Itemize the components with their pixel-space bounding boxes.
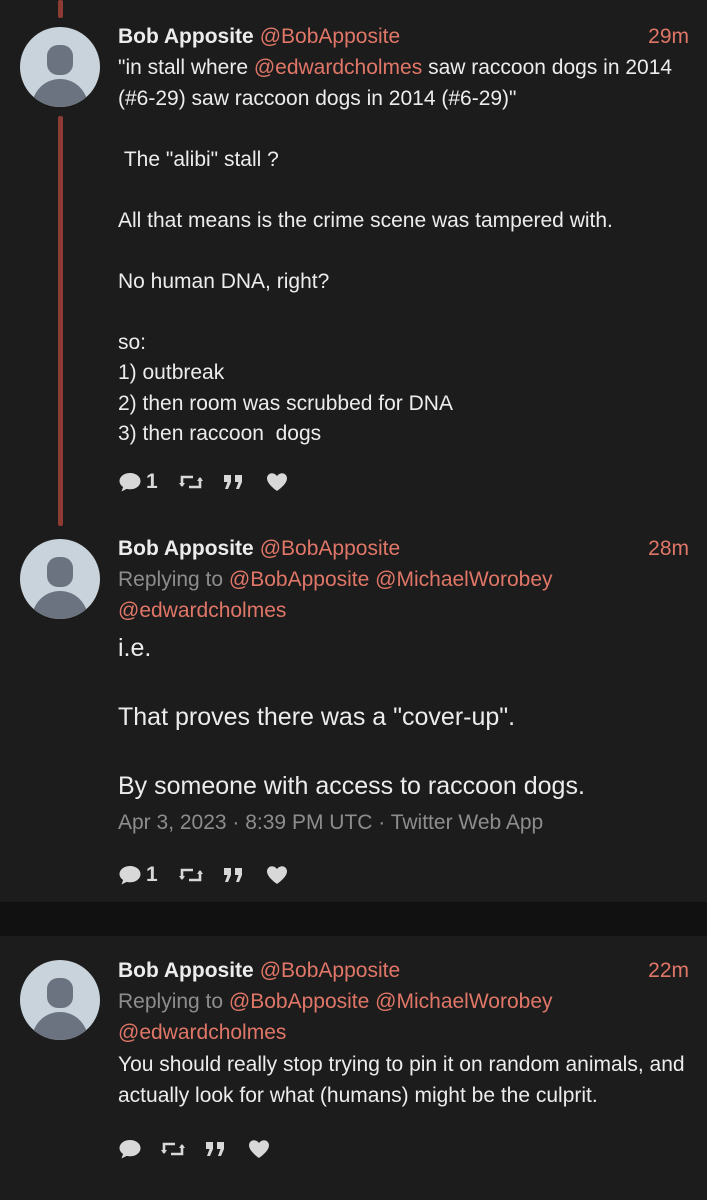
- avatar[interactable]: [20, 27, 100, 107]
- quote-icon: [224, 867, 242, 882]
- heart-icon: [267, 472, 287, 491]
- tweet-timestamp[interactable]: 22m: [648, 956, 689, 986]
- tweet-actions: [118, 1134, 689, 1164]
- quote-icon: [224, 474, 242, 489]
- tweet-timestamp[interactable]: 28m: [648, 534, 689, 564]
- mention-link[interactable]: @MichaelWorobey: [375, 568, 552, 591]
- quote-icon: [206, 1142, 224, 1156]
- retweet-icon: [161, 1142, 185, 1156]
- mention-link[interactable]: @MichaelWorobey: [375, 990, 552, 1013]
- avatar[interactable]: [20, 960, 100, 1040]
- reply-count: 1: [146, 862, 158, 886]
- tweet[interactable]: Bob Apposite @BobApposite 29m "in stall w…: [0, 0, 707, 520]
- reply-icon: [119, 472, 141, 491]
- tweet-text: You should really stop trying to pin it …: [118, 1053, 691, 1107]
- reply-icon: [119, 865, 141, 884]
- like-button[interactable]: [266, 467, 288, 497]
- replying-to: Replying to @BobApposite @MichaelWorobey…: [118, 990, 553, 1044]
- reply-button[interactable]: 1: [118, 860, 158, 890]
- like-button[interactable]: [266, 860, 288, 890]
- tweet[interactable]: Bob Apposite @BobApposite 22m Replying to…: [0, 936, 707, 1200]
- tweet-actions: 1: [118, 860, 689, 890]
- retweet-button[interactable]: [178, 467, 204, 497]
- quote-button[interactable]: [222, 467, 246, 497]
- mention-link[interactable]: @BobApposite: [229, 568, 369, 591]
- quote-button[interactable]: [222, 860, 246, 890]
- author-name[interactable]: Bob Apposite: [118, 959, 254, 982]
- author-handle[interactable]: @BobApposite: [260, 25, 400, 48]
- reply-button[interactable]: [118, 1134, 146, 1164]
- replying-to: Replying to @BobApposite @MichaelWorobey…: [118, 568, 553, 622]
- conversation-divider: [0, 902, 707, 936]
- heart-icon: [267, 865, 287, 884]
- retweet-icon: [179, 475, 203, 488]
- tweet-text: "in stall where @edwardcholmes saw racco…: [118, 56, 673, 445]
- retweet-icon: [179, 868, 203, 881]
- author-name[interactable]: Bob Apposite: [118, 25, 254, 48]
- author-handle[interactable]: @BobApposite: [260, 537, 400, 560]
- tweet-metadata[interactable]: Apr 3, 2023 · 8:39 PM UTC · Twitter Web …: [118, 808, 689, 838]
- tweet-header: Bob Apposite @BobApposite 29m: [118, 22, 689, 52]
- tweet-header: Bob Apposite @BobApposite 28m: [118, 534, 689, 564]
- tweet[interactable]: Bob Apposite @BobApposite 28m Replying to…: [0, 520, 707, 900]
- mention-link[interactable]: @edwardcholmes: [254, 56, 422, 79]
- tweet-timestamp[interactable]: 29m: [648, 22, 689, 52]
- mention-link[interactable]: @BobApposite: [229, 990, 369, 1013]
- quote-button[interactable]: [204, 1134, 228, 1164]
- tweet-actions: 1: [118, 467, 689, 497]
- mention-link[interactable]: @edwardcholmes: [118, 1021, 286, 1044]
- mention-link[interactable]: @edwardcholmes: [118, 599, 286, 622]
- tweet-text: i.e. That proves there was a "cover-up".…: [118, 634, 585, 800]
- tweet-header: Bob Apposite @BobApposite 22m: [118, 956, 689, 986]
- reply-button[interactable]: 1: [118, 467, 158, 497]
- reply-count: 1: [146, 469, 158, 493]
- reply-icon: [119, 1140, 141, 1159]
- author-name[interactable]: Bob Apposite: [118, 537, 254, 560]
- avatar[interactable]: [20, 539, 100, 619]
- heart-icon: [249, 1140, 269, 1158]
- retweet-button[interactable]: [178, 860, 204, 890]
- retweet-button[interactable]: [160, 1134, 186, 1164]
- author-handle[interactable]: @BobApposite: [260, 959, 400, 982]
- like-button[interactable]: [248, 1134, 270, 1164]
